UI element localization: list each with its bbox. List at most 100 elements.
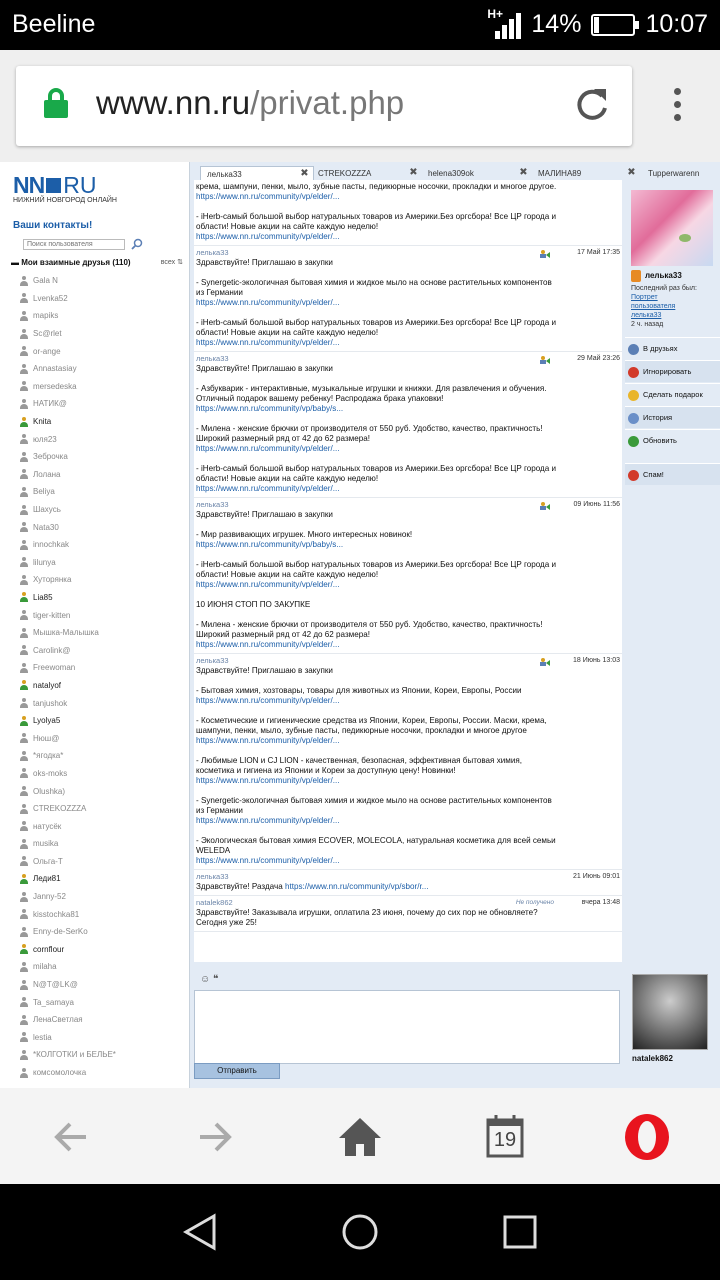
message-author[interactable]: лелька33 [196,354,560,364]
user-action-5[interactable]: Спам! [625,463,720,485]
friend-item[interactable]: юля23 [19,430,187,448]
message-link[interactable]: https://www.nn.ru/community/vp/elder/... [196,484,340,493]
message-link[interactable]: https://www.nn.ru/community/vp/elder/... [196,640,340,649]
user-avatar[interactable] [631,190,713,266]
user-name[interactable]: лелька33 [631,270,682,282]
home-icon[interactable] [335,1112,385,1162]
friend-item[interactable]: НАТИК@ [19,395,187,413]
friend-item[interactable]: innochkak [19,536,187,554]
portrait-link[interactable]: Портрет [631,294,658,301]
message-link[interactable]: https://www.nn.ru/community/vp/elder/... [196,816,340,825]
back-icon[interactable] [46,1112,96,1162]
composer-tools[interactable]: ☺ ❝ [200,974,218,985]
friend-item[interactable]: or-ange [19,342,187,360]
user-action-1[interactable]: Игнорировать [625,360,720,382]
system-recents-icon[interactable] [500,1212,540,1252]
friend-item[interactable]: *КОЛГОТКИ и БЕЛЬЕ* [19,1046,187,1064]
friend-item[interactable]: натусёк [19,817,187,835]
portrait-link-name[interactable]: лелька33 [631,312,661,319]
system-home-icon[interactable] [340,1212,380,1252]
forward-message-icon[interactable] [538,657,550,667]
forward-message-icon[interactable] [538,501,550,511]
friend-item[interactable]: cornflour [19,941,187,959]
friend-item[interactable]: комсомолочка [19,1064,187,1082]
friend-item[interactable]: ЛенаСветлая [19,1011,187,1029]
system-back-icon[interactable] [180,1212,220,1252]
friend-item[interactable]: tiger-kitten [19,606,187,624]
friend-item[interactable]: mapiks [19,307,187,325]
message-link[interactable]: https://www.nn.ru/community/vp/elder/... [196,232,340,241]
user-action-4[interactable]: Обновить [625,429,720,451]
friend-item[interactable]: Хуторянка [19,571,187,589]
friend-item[interactable]: Ольга-Т [19,853,187,871]
friend-item[interactable]: Лолана [19,466,187,484]
friend-item[interactable]: CTREKOZZZA [19,800,187,818]
friend-item[interactable]: Lyolya5 [19,712,187,730]
friend-item[interactable]: tanjushok [19,694,187,712]
site-logo[interactable]: NN RU НИЖНИЙ НОВГОРОД ОНЛАЙН [13,172,117,204]
message-link[interactable]: https://www.nn.ru/community/vp/elder/... [196,696,340,705]
friend-item[interactable]: Lia85 [19,589,187,607]
friend-item[interactable]: natalyof [19,677,187,695]
message-link[interactable]: https://www.nn.ru/community/vp/baby/s... [196,404,343,413]
friend-item[interactable]: oks-moks [19,765,187,783]
friend-item[interactable]: Knita [19,413,187,431]
message-link[interactable]: https://www.nn.ru/community/vp/elder/... [196,444,340,453]
search-icon[interactable] [131,238,143,250]
tabs-counter-icon[interactable]: 19 [480,1112,530,1162]
message-input[interactable] [194,990,620,1064]
portrait-link-user[interactable]: пользователя [631,303,675,310]
message-link[interactable]: https://www.nn.ru/community/vp/elder/... [196,192,340,201]
reload-icon[interactable] [572,84,612,124]
message-link[interactable]: https://www.nn.ru/community/vp/elder/... [196,338,340,347]
friend-item[interactable]: Nata30 [19,518,187,536]
message-link[interactable]: https://www.nn.ru/community/vp/elder/... [196,298,340,307]
tab-chat-5[interactable]: Tupperwarenn [642,166,720,184]
user-action-3[interactable]: История [625,406,720,428]
close-icon[interactable]: ✖ [626,168,637,179]
friends-sort[interactable]: всех ⇅ [161,258,183,266]
friend-item[interactable]: Janny-52 [19,888,187,906]
friend-item[interactable]: Мышка-Малышка [19,624,187,642]
friend-item[interactable]: Нюш@ [19,729,187,747]
message-author[interactable]: лелька33 [196,500,560,510]
message-link[interactable]: https://www.nn.ru/community/vp/elder/... [196,856,340,865]
friend-item[interactable]: Olushka) [19,782,187,800]
url-text[interactable]: www.nn.ru/privat.php [96,84,404,122]
friend-item[interactable]: Sc@rlet [19,325,187,343]
close-icon[interactable]: ✖ [408,168,419,179]
friend-item[interactable]: mersedeska [19,378,187,396]
forward-icon[interactable] [190,1112,240,1162]
friends-header[interactable]: ▬ Мои взаимные друзья (110) всех ⇅ [11,258,185,267]
friend-item[interactable]: Freewoman [19,659,187,677]
friend-item[interactable]: Carolink@ [19,641,187,659]
user-action-2[interactable]: Сделать подарок [625,383,720,405]
friend-item[interactable]: Леди81 [19,870,187,888]
friend-item[interactable]: Enny-de-SerKo [19,923,187,941]
friend-item[interactable]: *ягодка* [19,747,187,765]
message-link[interactable]: https://www.nn.ru/community/vp/elder/... [196,776,340,785]
send-button[interactable]: Отправить [194,1063,280,1079]
contacts-title[interactable]: Ваши контакты! [13,220,92,231]
overflow-menu-icon[interactable] [664,88,690,128]
forward-message-icon[interactable] [538,355,550,365]
friend-item[interactable]: Зеброчка [19,448,187,466]
message-author[interactable]: лелька33 [196,248,560,258]
friend-item[interactable]: Lvenka52 [19,290,187,308]
forward-message-icon[interactable] [538,249,550,259]
friend-item[interactable]: musika [19,835,187,853]
friend-item[interactable]: Шахусь [19,501,187,519]
close-icon[interactable]: ✖ [518,168,529,179]
friend-item[interactable]: N@T@LK@ [19,976,187,994]
friend-item[interactable]: lilunya [19,554,187,572]
message-author[interactable]: лелька33 [196,872,560,882]
friend-item[interactable]: kisstochka81 [19,905,187,923]
friend-item[interactable]: Ta_samaya [19,993,187,1011]
address-bar[interactable]: www.nn.ru/privat.php [16,66,632,146]
message-author[interactable]: лелька33 [196,656,560,666]
message-link[interactable]: https://www.nn.ru/community/vp/elder/... [196,736,340,745]
message-link[interactable]: https://www.nn.ru/community/vp/baby/s... [196,540,343,549]
message-author[interactable]: natalek862 [196,898,560,908]
friend-item[interactable]: Beliya [19,483,187,501]
opera-logo-icon[interactable] [622,1112,672,1162]
